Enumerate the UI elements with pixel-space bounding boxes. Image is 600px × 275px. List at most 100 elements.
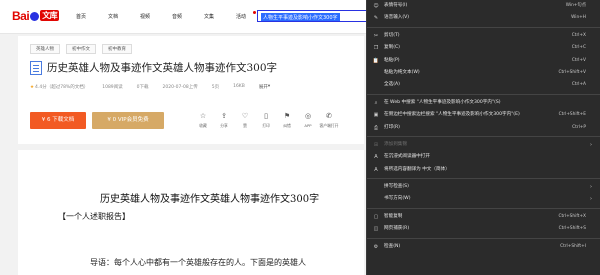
document-meta: ★4.4分（超过78%的文档） 1089阅读 0下载 2020-07-08上传 … bbox=[30, 84, 270, 90]
context-menu-item[interactable]: ◫ 网页捕获(R) Ctrl+Shift+S bbox=[367, 223, 600, 235]
nav-activity[interactable]: 活动 bbox=[236, 11, 258, 20]
client-open-button[interactable]: ✆ 客户端打开 bbox=[319, 112, 339, 129]
menu-separator bbox=[367, 237, 600, 239]
context-menu-item[interactable]: 📋 粘贴(P) Ctrl+V bbox=[367, 55, 600, 67]
chevron-down-icon[interactable]: ▾ bbox=[268, 84, 270, 90]
context-menu-item[interactable]: ▢ 智能复制 Ctrl+Shift+X bbox=[367, 211, 600, 223]
menu-item-label: 粘贴为纯文本(W) bbox=[384, 69, 420, 75]
menu-item-icon: ✎ bbox=[373, 15, 379, 22]
star-icon: ★ bbox=[30, 85, 35, 90]
context-menu-item[interactable]: ⌕ 在 Web 中搜索 "人物生平事迹及影响小作文300字内"(S) bbox=[367, 97, 600, 109]
logo-text: Bai bbox=[12, 9, 30, 23]
favorite-button[interactable]: ☆ 收藏 bbox=[193, 112, 213, 129]
menu-item-label: 在侧边栏中搜索边栏搜索 "人物生平事迹及影响小作文300字内"(E) bbox=[384, 112, 520, 118]
menu-item-shortcut: Win+H bbox=[571, 15, 586, 21]
context-menu-item[interactable]: ✂ 剪切(T) Ctrl+X bbox=[367, 30, 600, 42]
menu-item-icon: ◫ bbox=[373, 226, 379, 233]
action-label: 打印 bbox=[262, 123, 270, 128]
content-subheading: 【一个人述职报告】 bbox=[58, 212, 130, 221]
action-label: APP bbox=[304, 123, 312, 128]
menu-item-label: 网页捕获(R) bbox=[384, 226, 410, 232]
menu-item-shortcut: Ctrl+V bbox=[571, 57, 586, 63]
file-size: 16KB bbox=[233, 84, 245, 89]
expand-button[interactable]: 展开 bbox=[259, 84, 268, 90]
search-input[interactable]: 人物生平事迹及影响小作文300字 bbox=[257, 10, 367, 22]
tag[interactable]: 英雄人物 bbox=[30, 44, 60, 54]
context-menu-item[interactable]: 全选(A) Ctrl+A bbox=[367, 79, 600, 91]
paw-icon bbox=[30, 12, 40, 21]
menu-item-label: 将所选内容翻译为 中文（简体） bbox=[384, 166, 450, 172]
menu-item-icon: ☺ bbox=[373, 3, 379, 9]
context-menu-item[interactable]: 书写方向(W) › bbox=[367, 193, 600, 205]
menu-item-icon: ❐ bbox=[373, 45, 379, 52]
menu-item-icon: ⊞ bbox=[373, 141, 379, 148]
menu-item-shortcut: Win+句点 bbox=[565, 3, 586, 8]
context-menu-item[interactable]: A 在沉浸式阅读器中打开 bbox=[367, 151, 600, 163]
menu-item-icon: ▢ bbox=[373, 213, 379, 220]
tag[interactable]: 初中教育 bbox=[102, 44, 132, 54]
menu-item-label: 智能复制 bbox=[384, 213, 403, 219]
logo-badge: 文库 bbox=[40, 10, 60, 21]
menu-item-icon: A bbox=[374, 166, 378, 173]
vip-free-button[interactable]: ¥ 0 VIP会员免费 bbox=[92, 112, 164, 129]
app-icon: ◎ bbox=[304, 112, 312, 120]
menu-item-shortcut: Ctrl+Shift+V bbox=[558, 69, 586, 75]
context-menu-item: ⊞ 添加到集锦 › bbox=[367, 139, 600, 151]
menu-item-label: 粘贴(P) bbox=[384, 57, 400, 63]
action-label: 纠错 bbox=[283, 123, 291, 128]
context-menu-item[interactable]: 粘贴为纯文本(W) Ctrl+Shift+V bbox=[367, 67, 600, 79]
context-menu-item[interactable]: 拼写检查(S) › bbox=[367, 181, 600, 193]
print-button[interactable]: ▯ 打印 bbox=[256, 112, 276, 129]
printer-icon: ▯ bbox=[264, 112, 268, 120]
app-button[interactable]: ◎ APP bbox=[298, 112, 318, 129]
menu-item-shortcut: Ctrl+C bbox=[571, 45, 586, 51]
context-menu-item[interactable]: ⚙ 检查(N) Ctrl+Shift+I bbox=[367, 241, 600, 253]
menu-item-label: 书写方向(W) bbox=[384, 196, 411, 202]
star-outline-icon: ☆ bbox=[199, 112, 207, 120]
nav-docs[interactable]: 文档 bbox=[108, 13, 130, 20]
document-body: 历史英雄人物及事迹作文英雄人物事迹作文300字 【一个人述职报告】 导语：每个人… bbox=[18, 150, 364, 275]
menu-item-label: 语音输入(V) bbox=[384, 15, 410, 21]
context-menu-item[interactable]: ⎙ 打印(R) Ctrl+P bbox=[367, 122, 600, 134]
menu-item-shortcut: Ctrl+Shift+X bbox=[558, 213, 586, 219]
menu-item-icon: ⌕ bbox=[374, 99, 378, 106]
menu-item-shortcut: Ctrl+A bbox=[571, 82, 586, 88]
menu-item-shortcut: Ctrl+X bbox=[571, 32, 586, 38]
context-menu-item[interactable]: ❐ 复制(C) Ctrl+C bbox=[367, 42, 600, 54]
menu-item-label: 在 Web 中搜索 "人物生平事迹及影响小作文300字内"(S) bbox=[384, 99, 501, 105]
tag-list: 英雄人物 初中作文 初中教育 bbox=[30, 44, 138, 54]
menu-item-label: 检查(N) bbox=[384, 243, 401, 249]
content-heading: 历史英雄人物及事迹作文英雄人物事迹作文300字 bbox=[100, 194, 320, 205]
action-bar: ☆ 收藏 ⇪ 分享 ♡ 赞 ▯ 打印 ⚑ 纠错 ◎ APP ✆ 客户端打开 bbox=[193, 112, 340, 129]
nav-home[interactable]: 首页 bbox=[76, 13, 98, 20]
share-icon: ⇪ bbox=[221, 112, 227, 120]
report-button[interactable]: ⚑ 纠错 bbox=[277, 112, 297, 129]
context-menu-item[interactable]: A 将所选内容翻译为 中文（简体） bbox=[367, 164, 600, 176]
desktop-client-icon: ✆ bbox=[326, 112, 332, 120]
action-label: 分享 bbox=[220, 123, 228, 128]
context-menu-item[interactable]: ▣ 在侧边栏中搜索边栏搜索 "人物生平事迹及影响小作文300字内"(E) Ctrl+… bbox=[367, 109, 600, 121]
menu-item-label: 表情符号(I) bbox=[384, 3, 408, 8]
nav-collections[interactable]: 文集 bbox=[204, 13, 226, 20]
like-button[interactable]: ♡ 赞 bbox=[235, 112, 255, 129]
nav-video[interactable]: 视频 bbox=[140, 13, 162, 20]
chevron-right-icon: › bbox=[590, 141, 592, 148]
document-title: 历史英雄人物及事迹作文英雄人物事迹作文300字 bbox=[47, 62, 278, 74]
context-menu-item[interactable]: ☺ 表情符号(I) Win+句点 bbox=[367, 0, 600, 12]
document-title-row: 历史英雄人物及事迹作文英雄人物事迹作文300字 bbox=[30, 60, 277, 75]
menu-item-icon: ▣ bbox=[373, 112, 379, 119]
menu-separator bbox=[367, 207, 600, 209]
context-menu: ☺ 表情符号(I) Win+句点 ✎ 语音输入(V) Win+H ✂ 剪切(T) Ctrl+X ❐… bbox=[366, 0, 600, 275]
menu-item-label: 剪切(T) bbox=[384, 32, 400, 38]
tag[interactable]: 初中作文 bbox=[66, 44, 96, 54]
menu-item-label: 全选(A) bbox=[384, 82, 400, 88]
nav-audio[interactable]: 音频 bbox=[172, 13, 194, 20]
menu-separator bbox=[367, 93, 600, 95]
action-label: 收藏 bbox=[199, 123, 207, 128]
context-menu-item[interactable]: ✎ 语音输入(V) Win+H bbox=[367, 12, 600, 24]
share-button[interactable]: ⇪ 分享 bbox=[214, 112, 234, 129]
search-selected-text[interactable]: 人物生平事迹及影响小作文300字 bbox=[261, 13, 340, 21]
flag-icon: ⚑ bbox=[283, 112, 291, 120]
download-button[interactable]: ¥ 6 下载文档 bbox=[30, 112, 86, 129]
baidu-wenku-logo[interactable]: Bai 文库 bbox=[12, 9, 60, 23]
